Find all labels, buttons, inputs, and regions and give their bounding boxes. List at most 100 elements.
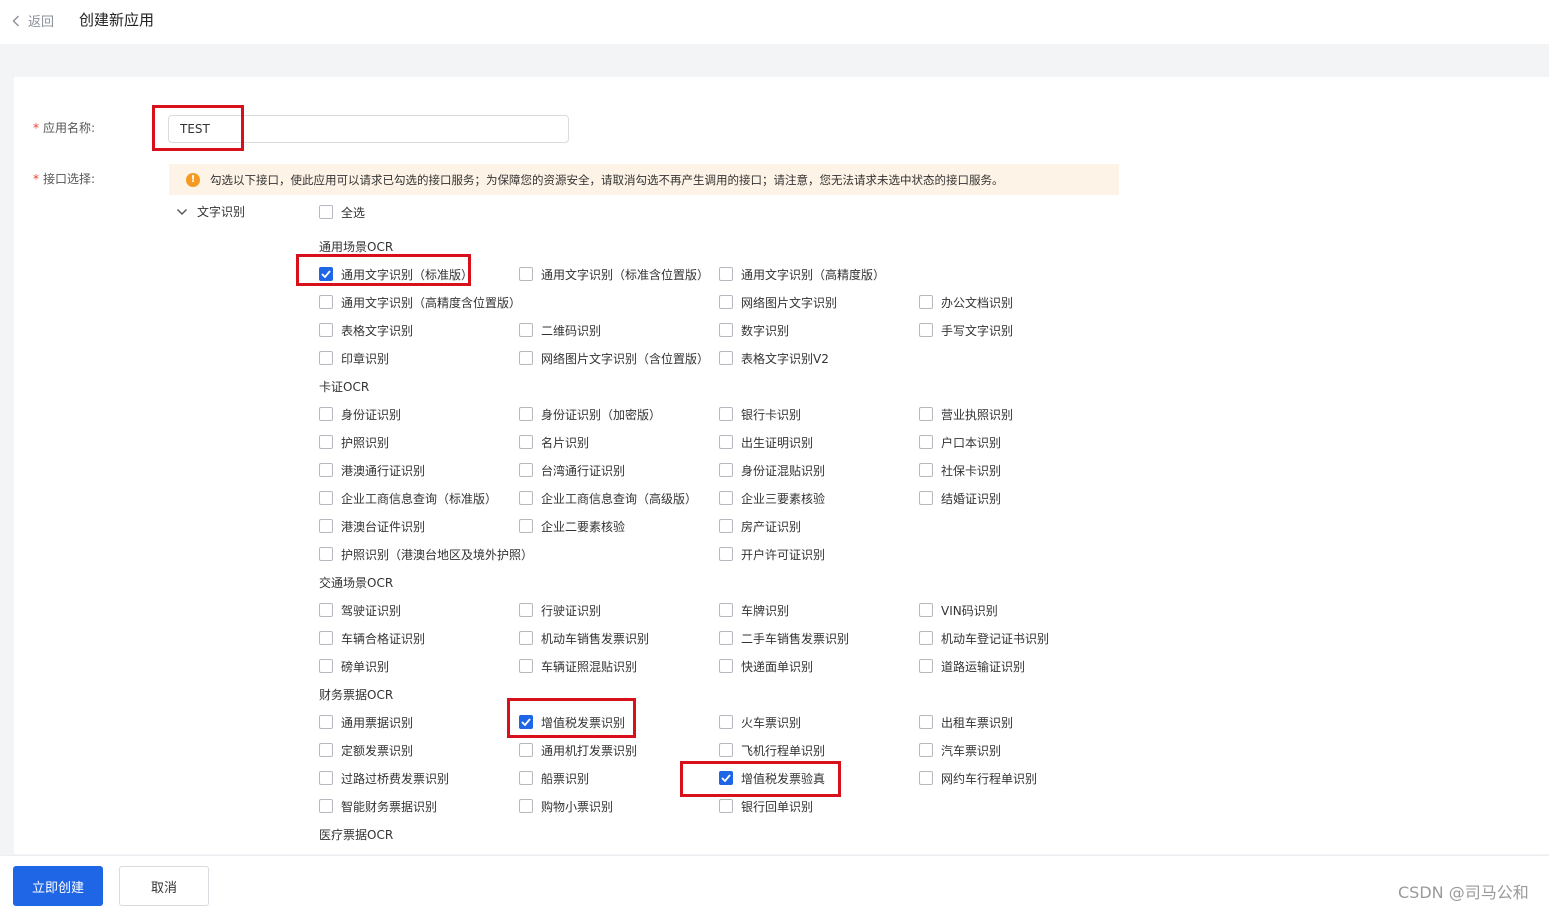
- api-checkbox[interactable]: 船票识别: [519, 769, 589, 787]
- checkbox-box: [319, 295, 333, 309]
- api-checkbox-label: 出生证明识别: [741, 435, 814, 450]
- checkbox-box: [519, 771, 533, 785]
- api-checkbox[interactable]: 身份证识别（加密版）: [519, 405, 661, 423]
- notice-text: 勾选以下接口，使此应用可以请求已勾选的接口服务；为保障您的资源安全，请取消勾选不…: [210, 172, 1004, 187]
- group-toggle-text-recognition[interactable]: 文字识别: [176, 203, 245, 220]
- api-checkbox[interactable]: 企业三要素核验: [719, 489, 825, 507]
- api-checkbox[interactable]: 磅单识别: [319, 657, 389, 675]
- checkbox-box: [919, 631, 933, 645]
- api-checkbox-label: 火车票识别: [741, 715, 802, 730]
- checkbox-box: [719, 743, 733, 757]
- api-checkbox[interactable]: 智能财务票据识别: [319, 797, 437, 815]
- api-checkbox-label: 办公文档识别: [941, 295, 1014, 310]
- api-checkbox[interactable]: 出租车票识别: [919, 713, 1013, 731]
- api-checkbox-label: 通用文字识别（高精度含位置版）: [341, 295, 522, 310]
- back-button[interactable]: 返回: [12, 11, 54, 30]
- api-checkbox[interactable]: 道路运输证识别: [919, 657, 1025, 675]
- api-checkbox-label: 护照识别（港澳台地区及境外护照）: [341, 547, 534, 562]
- api-checkbox-label: 道路运输证识别: [941, 659, 1026, 674]
- api-checkbox[interactable]: 驾驶证识别: [319, 601, 401, 619]
- api-checkbox[interactable]: 开户许可证识别: [719, 545, 825, 563]
- create-button[interactable]: 立即创建: [13, 866, 103, 906]
- api-checkbox[interactable]: 护照识别: [319, 433, 389, 451]
- api-checkbox[interactable]: 增值税发票验真: [719, 769, 825, 787]
- api-checkbox[interactable]: 网络图片文字识别（含位置版）: [519, 349, 709, 367]
- api-checkbox[interactable]: 银行回单识别: [719, 797, 813, 815]
- api-checkbox[interactable]: 车辆合格证识别: [319, 629, 425, 647]
- api-checkbox-label: 快递面单识别: [741, 659, 814, 674]
- api-checkbox[interactable]: 飞机行程单识别: [719, 741, 825, 759]
- api-checkbox[interactable]: 银行卡识别: [719, 405, 801, 423]
- api-checkbox[interactable]: 网络图片文字识别: [719, 293, 837, 311]
- api-checkbox[interactable]: 车辆证照混贴识别: [519, 657, 637, 675]
- api-checkbox[interactable]: 社保卡识别: [919, 461, 1001, 479]
- select-all-checkbox[interactable]: 全选: [319, 203, 365, 221]
- checkbox-box: [719, 631, 733, 645]
- api-checkbox[interactable]: 快递面单识别: [719, 657, 813, 675]
- checkbox-box: [519, 799, 533, 813]
- checkbox-box: [719, 491, 733, 505]
- api-checkbox-label: 通用文字识别（高精度版）: [741, 267, 886, 282]
- api-checkbox[interactable]: 港澳台证件识别: [319, 517, 425, 535]
- api-checkbox[interactable]: 结婚证识别: [919, 489, 1001, 507]
- checkbox-box: [719, 547, 733, 561]
- api-checkbox[interactable]: 名片识别: [519, 433, 589, 451]
- api-checkbox[interactable]: 印章识别: [319, 349, 389, 367]
- api-checkbox[interactable]: 二手车销售发票识别: [719, 629, 849, 647]
- api-checkbox[interactable]: 通用文字识别（高精度含位置版）: [319, 293, 521, 311]
- checkbox-box: [519, 267, 533, 281]
- checkbox-box: [919, 323, 933, 337]
- api-checkbox[interactable]: 通用机打发票识别: [519, 741, 637, 759]
- api-checkbox[interactable]: 火车票识别: [719, 713, 801, 731]
- api-checkbox[interactable]: 手写文字识别: [919, 321, 1013, 339]
- api-checkbox[interactable]: 出生证明识别: [719, 433, 813, 451]
- api-checkbox[interactable]: VIN码识别: [919, 601, 998, 619]
- api-checkbox-label: 增值税发票识别: [541, 715, 626, 730]
- api-checkbox[interactable]: 办公文档识别: [919, 293, 1013, 311]
- api-checkbox[interactable]: 企业工商信息查询（高级版）: [519, 489, 697, 507]
- api-checkbox-label: 机动车登记证书识别: [941, 631, 1050, 646]
- app-name-input[interactable]: [168, 115, 569, 143]
- api-checkbox[interactable]: 车牌识别: [719, 601, 789, 619]
- api-checkbox[interactable]: 身份证识别: [319, 405, 401, 423]
- api-checkbox[interactable]: 通用文字识别（标准版）: [319, 265, 473, 283]
- api-checkbox[interactable]: 企业二要素核验: [519, 517, 625, 535]
- api-checkbox-label: 车牌识别: [741, 603, 790, 618]
- checkbox-box: [319, 603, 333, 617]
- api-checkbox-label: 银行卡识别: [741, 407, 802, 422]
- api-checkbox[interactable]: 通用文字识别（标准含位置版）: [519, 265, 709, 283]
- api-select-label: * 接口选择:: [33, 172, 96, 186]
- api-checkbox[interactable]: 表格文字识别: [319, 321, 413, 339]
- api-checkbox[interactable]: 房产证识别: [719, 517, 801, 535]
- api-checkbox[interactable]: 二维码识别: [519, 321, 601, 339]
- api-checkbox[interactable]: 增值税发票识别: [519, 713, 625, 731]
- cancel-button[interactable]: 取消: [119, 866, 209, 906]
- watermark: CSDN @司马公和: [1398, 883, 1529, 902]
- api-checkbox[interactable]: 机动车登记证书识别: [919, 629, 1049, 647]
- api-checkbox[interactable]: 台湾通行证识别: [519, 461, 625, 479]
- group-label: 文字识别: [197, 205, 246, 219]
- app-name-label: * 应用名称:: [33, 121, 96, 135]
- api-checkbox[interactable]: 身份证混贴识别: [719, 461, 825, 479]
- api-checkbox[interactable]: 汽车票识别: [919, 741, 1001, 759]
- api-checkbox[interactable]: 通用文字识别（高精度版）: [719, 265, 885, 283]
- api-checkbox[interactable]: 营业执照识别: [919, 405, 1013, 423]
- api-checkbox-label: 网络图片文字识别（含位置版）: [541, 351, 710, 366]
- api-checkbox[interactable]: 通用票据识别: [319, 713, 413, 731]
- footer-bar: [0, 855, 1549, 908]
- api-checkbox[interactable]: 户口本识别: [919, 433, 1001, 451]
- api-checkbox[interactable]: 表格文字识别V2: [719, 349, 829, 367]
- checkbox-box: [719, 463, 733, 477]
- api-checkbox[interactable]: 过路过桥费发票识别: [319, 769, 449, 787]
- checkbox-box: [719, 519, 733, 533]
- api-checkbox[interactable]: 护照识别（港澳台地区及境外护照）: [319, 545, 533, 563]
- api-checkbox[interactable]: 行驶证识别: [519, 601, 601, 619]
- api-checkbox[interactable]: 企业工商信息查询（标准版）: [319, 489, 497, 507]
- api-checkbox[interactable]: 定额发票识别: [319, 741, 413, 759]
- api-checkbox[interactable]: 港澳通行证识别: [319, 461, 425, 479]
- api-checkbox[interactable]: 购物小票识别: [519, 797, 613, 815]
- api-checkbox[interactable]: 数字识别: [719, 321, 789, 339]
- api-checkbox[interactable]: 机动车销售发票识别: [519, 629, 649, 647]
- category-header: 通用场景OCR: [319, 240, 394, 254]
- api-checkbox[interactable]: 网约车行程单识别: [919, 769, 1037, 787]
